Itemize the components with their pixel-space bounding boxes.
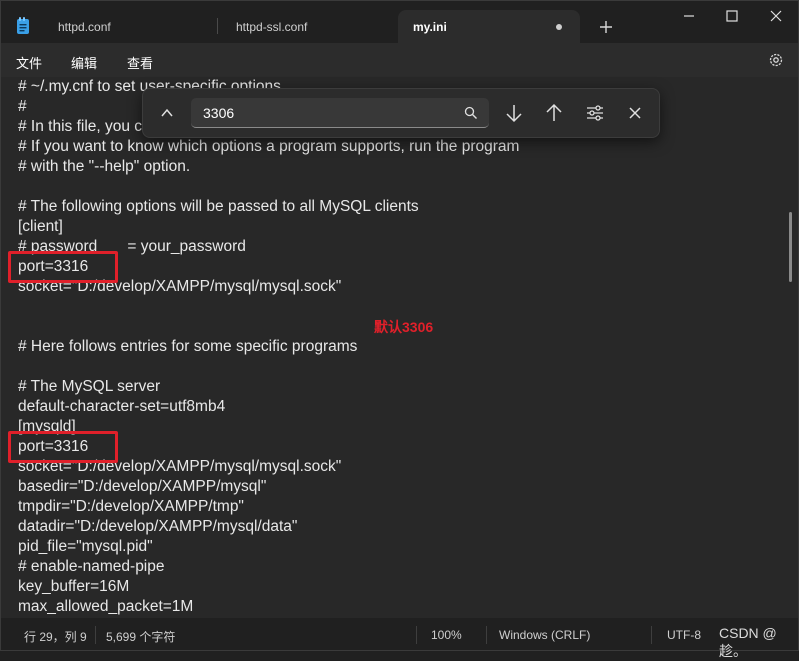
search-icon[interactable] <box>464 106 478 120</box>
chevron-up-icon[interactable] <box>157 103 177 123</box>
tab-httpd-ssl-conf[interactable]: httpd-ssl.conf <box>217 10 397 43</box>
notepad-window: httpd.conf httpd-ssl.conf my.ini 文件 编辑 查… <box>0 0 799 651</box>
text-editor[interactable]: # ~/.my.cnf to set user-specific options… <box>1 77 798 618</box>
minimize-icon[interactable] <box>679 9 699 23</box>
status-line-ending[interactable]: Windows (CRLF) <box>499 628 590 642</box>
menu-file[interactable]: 文件 <box>16 53 42 72</box>
notepad-app-icon <box>17 17 29 34</box>
code-line: [client] <box>18 218 63 235</box>
code-line: # enable-named-pipe <box>18 558 165 575</box>
code-line: basedir="D:/develop/XAMPP/mysql" <box>18 478 267 495</box>
tab-label: my.ini <box>413 20 447 34</box>
watermark: CSDN @趁。 <box>719 625 777 659</box>
status-char-count: 5,699 个字符 <box>106 630 176 644</box>
status-divider <box>651 626 652 644</box>
menu-bar: 文件 编辑 查看 <box>1 43 798 77</box>
status-cursor-position[interactable]: 行 29，列 9 <box>24 628 87 645</box>
code-line: key_buffer=16M <box>18 578 130 595</box>
code-line: default-character-set=utf8mb4 <box>18 398 226 415</box>
status-encoding[interactable]: UTF-8 <box>667 628 701 642</box>
code-line: # with the "--help" option. <box>18 158 191 175</box>
status-divider <box>486 626 487 644</box>
tab-my-ini[interactable]: my.ini <box>398 10 580 43</box>
filter-options-icon[interactable] <box>584 102 606 124</box>
code-line: # If you want to know which options a pr… <box>18 138 520 155</box>
menu-view[interactable]: 查看 <box>127 53 153 72</box>
close-icon[interactable] <box>624 102 646 124</box>
scrollbar-thumb[interactable] <box>789 212 792 282</box>
code-line: # The MySQL server <box>18 378 161 395</box>
code-line: datadir="D:/develop/XAMPP/mysql/data" <box>18 518 298 535</box>
code-line: tmpdir="D:/develop/XAMPP/tmp" <box>18 498 244 515</box>
find-bar <box>142 88 660 138</box>
arrow-up-icon[interactable] <box>543 102 565 124</box>
arrow-down-icon[interactable] <box>503 102 525 124</box>
status-divider <box>416 626 417 644</box>
close-window-icon[interactable] <box>766 9 786 23</box>
find-input[interactable] <box>191 98 489 128</box>
tab-label: httpd-ssl.conf <box>236 20 308 34</box>
annotation-label: 默认3306 <box>374 319 434 335</box>
highlight-box <box>8 251 118 283</box>
code-line: # The following options will be passed t… <box>18 198 419 215</box>
status-divider <box>95 626 96 644</box>
tab-label: httpd.conf <box>58 20 111 34</box>
code-line: # Here follows entries for some specific… <box>18 338 358 355</box>
code-line: pid_file="mysql.pid" <box>18 538 153 555</box>
unsaved-dot-icon[interactable] <box>556 24 562 30</box>
highlight-box <box>8 431 118 463</box>
status-bar: 行 29，列 9 5,699 个字符 100% Windows (CRLF) U… <box>1 618 798 650</box>
gear-icon[interactable] <box>767 51 785 69</box>
title-bar: httpd.conf httpd-ssl.conf my.ini <box>1 1 798 43</box>
plus-icon[interactable] <box>597 18 615 36</box>
code-line: max_allowed_packet=1M <box>18 598 194 615</box>
maximize-icon[interactable] <box>722 9 742 23</box>
code-line: # <box>18 98 27 115</box>
status-zoom[interactable]: 100% <box>431 628 462 642</box>
menu-edit[interactable]: 编辑 <box>71 53 97 72</box>
tab-httpd-conf[interactable]: httpd.conf <box>39 10 219 43</box>
